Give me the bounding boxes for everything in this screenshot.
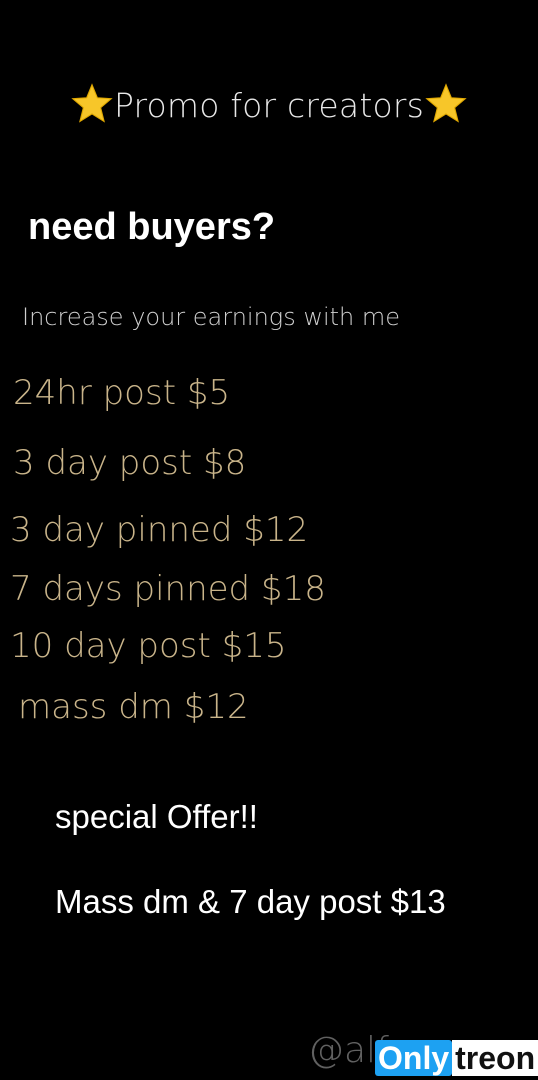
brand-logo-treon: treon [452,1040,538,1076]
promo-title: Promo for creators [0,82,538,126]
headline: need buyers? [28,206,276,248]
brand-logo-only: Only [375,1040,453,1076]
special-offer-detail: Mass dm & 7 day post $13 [55,883,446,920]
brand-logo: Only treon [375,1040,538,1076]
subline: Increase your earnings with me [22,303,401,331]
star-icon [71,83,113,123]
price-item: 10 day post $15 [10,626,287,666]
price-item: mass dm $12 [18,687,249,727]
star-icon [425,83,467,123]
price-item: 3 day post $8 [13,443,247,483]
price-item: 7 days pinned $18 [10,569,326,609]
special-offer-title: special Offer!! [55,798,258,835]
price-item: 3 day pinned $12 [10,510,309,550]
promo-title-text: Promo for creators [113,86,425,125]
price-item: 24hr post $5 [13,373,231,413]
